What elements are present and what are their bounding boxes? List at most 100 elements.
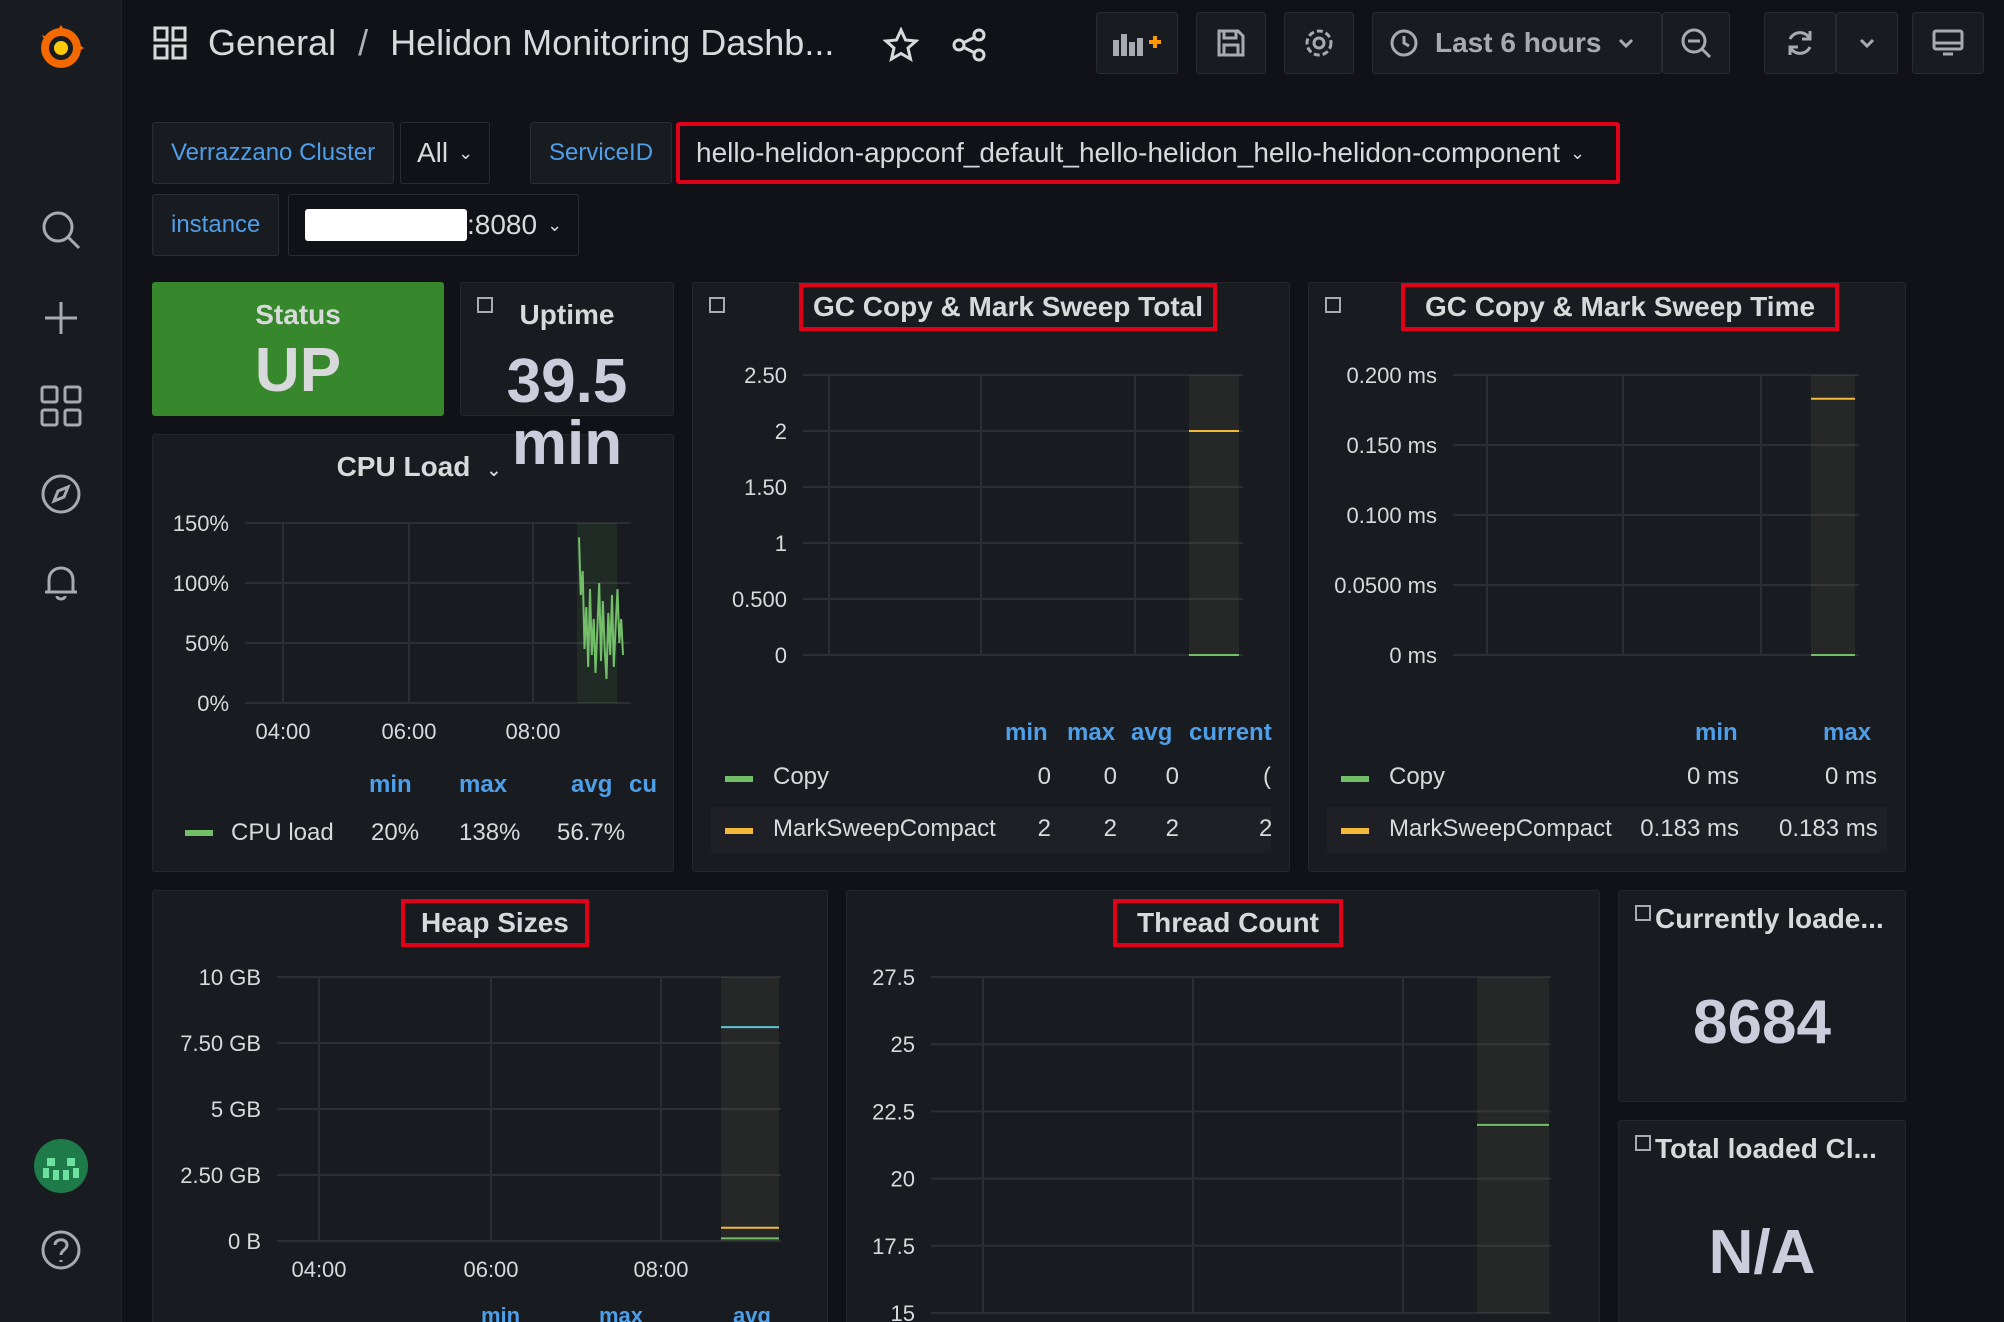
x-tick-label: 06:00 [1595, 671, 1650, 673]
y-tick-label: 0.500 [732, 587, 787, 612]
panel-title: Total loaded Cl... [1655, 1133, 1877, 1164]
redacted-mask [305, 209, 467, 241]
gc-total-chart: 2.50 2 1.50 1 0.500 0 04:00 06:00 08:00 [732, 363, 1243, 673]
x-tick-label: 06:00 [463, 1257, 518, 1281]
legend-series-name[interactable]: MarkSweepCompact [1389, 815, 1612, 843]
series-area [1811, 375, 1855, 655]
grafana-logo-icon[interactable] [0, 8, 122, 88]
chevron-down-icon: ⌄ [547, 214, 563, 235]
legend-value-min: 20% [371, 819, 420, 846]
y-tick-label: 0 B [228, 1229, 261, 1254]
variable-serviceid-select[interactable]: hello-helidon-appconf_default_hello-heli… [676, 122, 1620, 184]
x-tick-label: 08:00 [633, 1257, 688, 1281]
y-tick-label: 7.50 GB [180, 1031, 261, 1056]
panel-title: Currently loade... [1655, 903, 1884, 934]
x-tick-label: 04:00 [291, 1257, 346, 1281]
legend-value-max: 0.183 ms [1779, 815, 1877, 842]
explore-compass-icon[interactable] [0, 454, 122, 534]
panel-heap-sizes[interactable]: Heap Sizes 10 GB 7.50 GB 5 GB 2.50 GB 0 B 04:… [152, 890, 828, 1322]
y-tick-label: 25 [891, 1032, 915, 1057]
y-tick-label: 10 GB [199, 965, 261, 990]
alerting-bell-icon[interactable] [0, 542, 122, 622]
variable-cluster-value: All [417, 137, 449, 168]
panel-thread-count[interactable]: Thread Count 27.5 25 22.5 20 17.5 15 [846, 890, 1600, 1322]
legend-header-avg: avg [571, 771, 613, 798]
variable-label-cluster: Verrazzano Cluster [152, 122, 395, 184]
panel-title: Status [255, 299, 341, 330]
panel-corner-icon [1325, 297, 1341, 313]
panel-gc-total[interactable]: GC Copy & Mark Sweep Total 2.50 2 1.50 1 0.5… [692, 282, 1290, 872]
panel-total-loaded-classes[interactable]: Total loaded Cl... N/A [1618, 1120, 1906, 1322]
panel-status[interactable]: Status UP [152, 282, 444, 416]
cycle-view-mode-button[interactable] [1912, 12, 1984, 74]
dashboards-icon[interactable] [0, 366, 122, 446]
x-tick-label: 08:00 [1733, 671, 1788, 673]
y-tick-label: 2.50 [744, 363, 787, 388]
chevron-down-icon: ⌄ [458, 142, 474, 163]
add-panel-button[interactable] [1096, 12, 1178, 74]
variable-cluster-select[interactable]: All ⌄ [400, 122, 491, 184]
panel-corner-icon [1635, 1135, 1651, 1151]
legend-series-name[interactable]: CPU load [231, 819, 334, 847]
refresh-button[interactable] [1764, 12, 1836, 74]
legend-value-min: 0 [1037, 763, 1051, 790]
help-icon[interactable] [0, 1210, 122, 1290]
dashboards-grid-icon [153, 26, 187, 60]
variable-label-serviceid: ServiceID [530, 122, 673, 184]
legend-swatch [725, 828, 753, 834]
y-tick-label: 0.200 ms [1347, 363, 1438, 388]
legend-series-name[interactable]: Copy [773, 763, 829, 791]
refresh-interval-dropdown[interactable] [1836, 12, 1898, 74]
y-tick-label: 100% [173, 571, 229, 596]
y-tick-label: 22.5 [872, 1099, 915, 1124]
share-icon[interactable] [944, 20, 994, 70]
legend-swatch [725, 776, 753, 782]
y-tick-label: 150% [173, 511, 229, 536]
panel-title: Thread Count [1113, 899, 1343, 947]
thread-count-chart: 27.5 25 22.5 20 17.5 15 [872, 965, 1551, 1322]
panel-uptime[interactable]: Uptime 39.5 min [460, 282, 674, 475]
star-icon[interactable] [876, 20, 926, 70]
legend-header-avg: avg [1131, 719, 1173, 746]
user-avatar[interactable] [0, 1126, 122, 1206]
legend-series-name[interactable]: Copy [1389, 763, 1445, 791]
panel-title: GC Copy & Mark Sweep Time [1401, 283, 1840, 331]
panel-currently-loaded-classes[interactable]: Currently loade... 8684 [1618, 890, 1906, 1102]
series-area [1189, 375, 1239, 655]
create-plus-icon[interactable] [0, 278, 122, 358]
gc-time-chart: 0.200 ms 0.150 ms 0.100 ms 0.0500 ms 0 ms 04:… [1334, 363, 1859, 673]
search-icon[interactable] [0, 190, 122, 270]
y-tick-label: 1.50 [744, 475, 787, 500]
save-dashboard-button[interactable] [1196, 12, 1266, 74]
legend-header-min: min [481, 1303, 521, 1322]
y-tick-label: 2 [775, 419, 787, 444]
breadcrumb: General / Helidon Monitoring Dashb... [152, 18, 834, 68]
panel-cpu-load[interactable]: CPU Load ⌄ 150% 100% 50% 0% 04:00 06:00 08:00 m… [152, 434, 674, 872]
panel-title: Heap Sizes [401, 899, 589, 947]
legend-series-name[interactable]: MarkSweepCompact [773, 815, 996, 843]
dashboard-settings-button[interactable] [1284, 12, 1354, 74]
y-tick-label: 0 [775, 643, 787, 668]
legend-header-current: cu [629, 771, 658, 798]
legend-swatch [1341, 828, 1369, 834]
loaded-classes-value: 8684 [1693, 988, 1831, 1057]
dashboard-title[interactable]: Helidon Monitoring Dashb... [390, 22, 834, 64]
zoom-out-button[interactable] [1662, 12, 1730, 74]
folder-link[interactable]: General [208, 22, 336, 64]
legend-value-current: ( [1263, 763, 1271, 790]
side-menu [0, 0, 122, 1322]
legend-value-avg: 2 [1165, 815, 1179, 842]
y-tick-label: 1 [775, 531, 787, 556]
legend-header-min: min [1695, 719, 1738, 746]
time-range-picker[interactable]: Last 6 hours [1372, 12, 1662, 74]
legend-value-avg: 0 [1165, 763, 1179, 790]
time-range-label: Last 6 hours [1435, 27, 1602, 58]
panel-gc-time[interactable]: GC Copy & Mark Sweep Time 0.200 ms 0.150 … [1308, 282, 1906, 872]
chevron-down-icon [1859, 38, 1875, 49]
clock-icon [1390, 29, 1418, 57]
series-area [721, 977, 779, 1241]
y-tick-label: 0.150 ms [1347, 433, 1438, 458]
variable-instance-select[interactable]: :8080 ⌄ [288, 194, 580, 256]
panel-title: Uptime [519, 299, 615, 330]
x-tick-label: 06:00 [953, 671, 1008, 673]
